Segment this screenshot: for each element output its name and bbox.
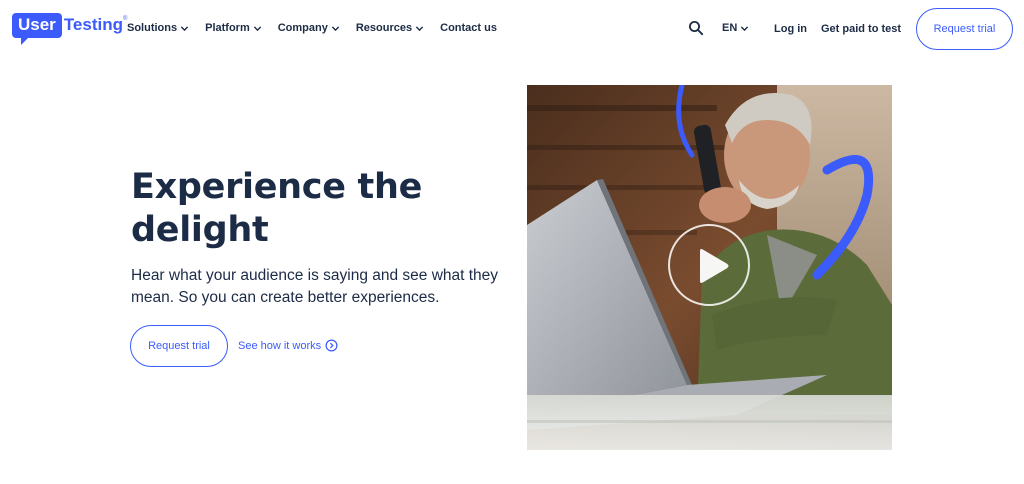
login-link[interactable]: Log in: [774, 23, 807, 35]
site-header: User Testing ® Solutions Platform Compan…: [0, 0, 1024, 58]
nav-item-label: Platform: [205, 22, 250, 34]
language-selector[interactable]: EN: [722, 22, 749, 34]
chevron-down-icon: [415, 25, 424, 31]
hero-subtext: Hear what your audience is saying and se…: [131, 267, 499, 306]
nav-item-platform[interactable]: Platform: [205, 22, 262, 34]
see-how-it-works-label: See how it works: [238, 339, 322, 352]
logo-user-bubble: User: [12, 13, 62, 45]
chevron-down-icon: [253, 25, 261, 31]
get-paid-to-test-link[interactable]: Get paid to test: [821, 23, 901, 35]
circle-arrow-right-icon: [325, 339, 338, 352]
nav-item-label: Contact us: [440, 22, 497, 34]
language-label: EN: [722, 22, 738, 34]
play-icon: [700, 249, 729, 283]
nav-item-contact-us[interactable]: Contact us: [440, 22, 497, 34]
nav-item-solutions[interactable]: Solutions: [127, 22, 189, 34]
see-how-it-works-link[interactable]: See how it works: [238, 339, 338, 352]
hero-headline: Experience the delight: [131, 167, 423, 250]
nav-item-label: Resources: [355, 22, 413, 34]
nav-item-resources[interactable]: Resources: [356, 22, 424, 34]
chevron-down-icon: [331, 25, 339, 31]
chevron-down-icon: [741, 25, 749, 31]
chevron-down-icon: [180, 25, 189, 31]
logo-testing-text: Testing: [63, 15, 123, 34]
search-icon[interactable]: [688, 20, 704, 36]
hero-video-thumbnail[interactable]: [527, 85, 892, 450]
hero-request-trial-button[interactable]: Request trial: [130, 325, 228, 367]
usertesting-logo[interactable]: User Testing ®: [12, 13, 127, 45]
nav-item-label: Company: [277, 22, 328, 34]
main-nav: Solutions Platform Company Resources Con…: [127, 22, 513, 34]
play-video-button[interactable]: [668, 224, 750, 306]
nav-item-label: Solutions: [127, 22, 178, 34]
nav-item-company[interactable]: Company: [278, 22, 340, 34]
header-request-trial-button[interactable]: Request trial: [916, 8, 1013, 50]
